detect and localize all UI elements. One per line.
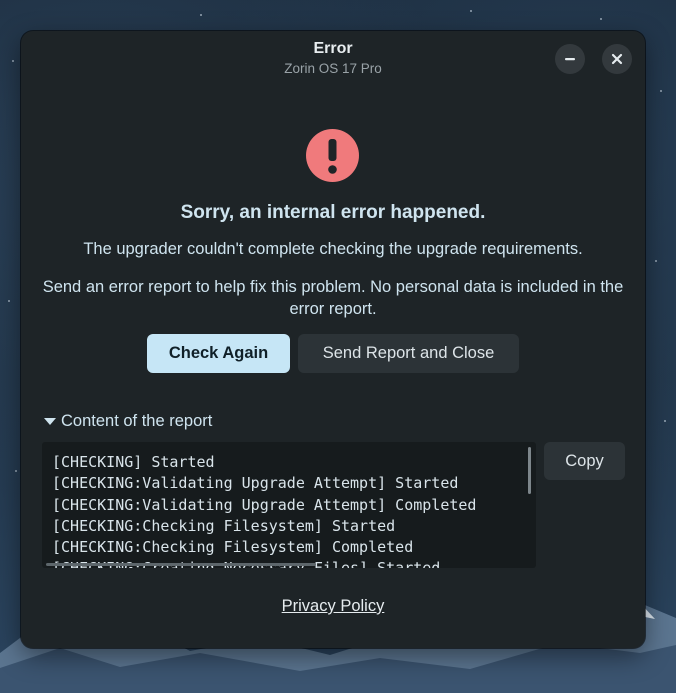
expander-triangle-icon [44,418,56,425]
report-note: Send an error report to help fix this pr… [42,278,624,318]
report-line: [CHECKING] Started [52,453,215,471]
expander-label: Content of the report [61,412,213,430]
error-message: The upgrader couldn't complete checking … [83,240,583,258]
window-subtitle: Zorin OS 17 Pro [284,61,382,76]
error-headline: Sorry, an internal error happened. [180,202,486,223]
send-report-and-close-button[interactable]: Send Report and Close [298,334,519,373]
horizontal-scrollbar[interactable] [46,563,316,566]
minimize-button[interactable] [555,44,585,74]
check-again-button[interactable]: Check Again [147,334,290,373]
report-expander[interactable]: Content of the report [44,412,212,431]
privacy-footer: Privacy Policy [21,597,645,616]
report-text-view[interactable]: [CHECKING] Started [CHECKING:Validating U… [42,442,536,568]
window-title: Error [313,40,353,57]
titlebar: Error Zorin OS 17 Pro [21,31,645,91]
report-line: [CHECKING:Checking Filesystem] Completed [52,538,414,557]
report-line: [CHECKING:Checking Filesystem] Started [52,516,396,535]
minimize-icon [565,58,575,61]
error-dialog: Error Zorin OS 17 Pro Sorry, an internal… [21,31,645,648]
report-line: [CHECKING:Validating Upgrade Attempt] St… [52,474,459,493]
error-exclamation-icon [306,129,359,182]
report-lines: [CHECKING] Started [CHECKING:Validating U… [52,452,476,568]
privacy-policy-link[interactable]: Privacy Policy [282,597,385,615]
close-button[interactable] [602,44,632,74]
close-icon [611,53,623,65]
report-line: [CHECKING:Validating Upgrade Attempt] Co… [52,495,477,514]
copy-button[interactable]: Copy [544,442,625,480]
vertical-scrollbar[interactable] [528,447,531,494]
